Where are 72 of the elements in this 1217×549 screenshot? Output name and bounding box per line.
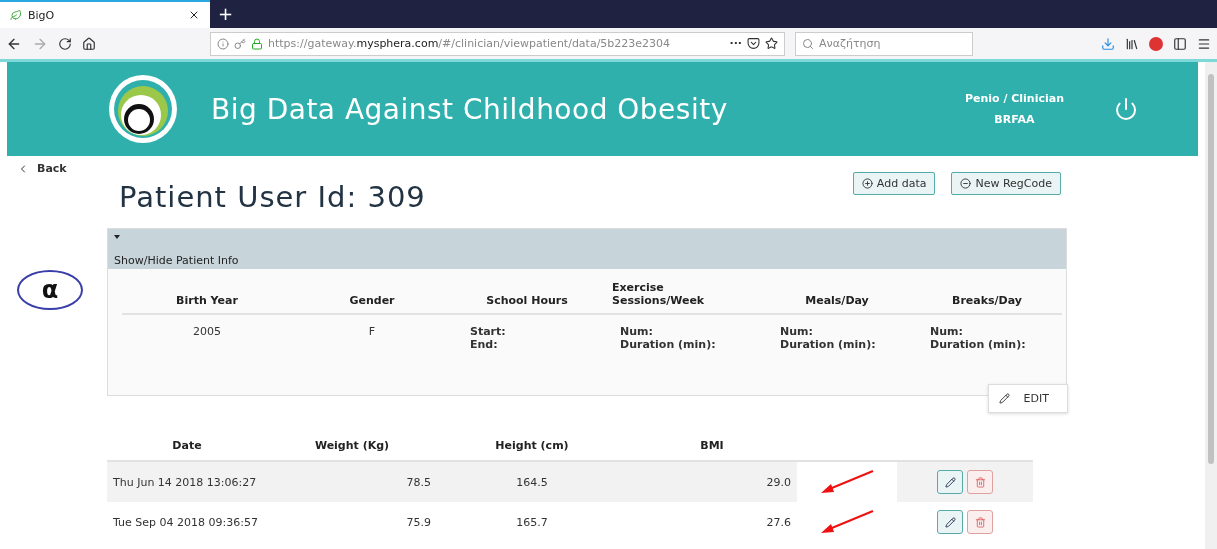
- column-header: Date: [171, 438, 203, 452]
- column-header: Exercise Sessions/Week: [602, 269, 762, 315]
- organization: BRFAA: [994, 113, 1035, 126]
- column-header: Breaks/Day: [912, 269, 1062, 315]
- power-icon[interactable]: [1114, 97, 1138, 121]
- menu-icon[interactable]: [1197, 36, 1211, 51]
- pencil-icon: [944, 516, 956, 528]
- info-value: End:: [470, 338, 498, 351]
- search-icon: [802, 37, 814, 50]
- action-button[interactable]: New RegCode: [951, 172, 1061, 195]
- search-field[interactable]: Αναζήτηση: [795, 31, 973, 56]
- edit-row-button[interactable]: [937, 510, 963, 534]
- patient-info-toggle[interactable]: Show/Hide Patient Info: [108, 229, 1066, 269]
- page-title: Patient User Id: 309: [119, 180, 427, 214]
- column-header: Gender: [292, 269, 452, 315]
- column-header: Birth Year: [122, 269, 292, 315]
- info-value: Duration (min):: [620, 338, 716, 351]
- download-icon[interactable]: [1101, 36, 1115, 51]
- info-value: Num:: [620, 325, 653, 338]
- logo-icon: [107, 73, 179, 145]
- browser-tab[interactable]: BigO: [0, 0, 210, 28]
- home-icon[interactable]: [82, 36, 96, 51]
- edit-button[interactable]: EDIT: [987, 384, 1068, 413]
- info-value: Duration (min):: [780, 338, 876, 351]
- table-cell-text: 29.0: [765, 475, 792, 489]
- more-button[interactable]: ···: [729, 37, 742, 50]
- pocket-icon[interactable]: [747, 37, 760, 50]
- info-value: F: [368, 325, 376, 338]
- leaf-icon: [10, 9, 22, 21]
- info-value: 2005: [193, 325, 221, 338]
- info-value: Duration (min):: [930, 338, 1026, 351]
- library-icon[interactable]: [1125, 36, 1139, 51]
- column-header: Weight (Kg): [313, 438, 391, 452]
- plus-icon: [861, 178, 873, 189]
- info-value: Num:: [930, 325, 963, 338]
- column-header: Meals/Day: [762, 269, 912, 315]
- pencil-icon: [998, 393, 1010, 404]
- caret-icon: [114, 235, 120, 239]
- scrollbar-thumb[interactable]: [1208, 74, 1214, 464]
- trash-icon: [974, 516, 986, 528]
- key-icon: [234, 37, 246, 50]
- table-cell-text: Thu Jun 14 2018 13:06:27: [112, 475, 258, 489]
- info-value: Start:: [470, 325, 506, 338]
- pencil-icon: [944, 476, 956, 488]
- annotation-label: α: [17, 269, 83, 310]
- table-cell-text: 165.7: [515, 515, 549, 529]
- minus-circle-icon: [960, 178, 972, 189]
- table-cell-text: 75.9: [405, 515, 432, 529]
- action-button[interactable]: Add data: [852, 172, 936, 195]
- url-text: https://gateway.mysphera.com/#/clinician/viewpatient/data/5b223e2304: [268, 37, 672, 50]
- stop-sign-icon[interactable]: [1149, 36, 1163, 51]
- table-cell-text: 27.6: [765, 515, 792, 529]
- user-role: Penio / Clinician: [964, 92, 1064, 105]
- trash-icon: [974, 476, 986, 488]
- edit-row-button[interactable]: [937, 470, 963, 494]
- table-cell-text: Tue Sep 04 2018 09:36:57: [112, 515, 259, 529]
- lock-icon: [251, 37, 263, 50]
- info-icon: [217, 37, 229, 50]
- table-cell-text: 78.5: [405, 475, 432, 489]
- info-value: Num:: [780, 325, 813, 338]
- new-tab-button[interactable]: +: [210, 0, 242, 28]
- back-link[interactable]: Back: [17, 162, 107, 175]
- star-icon[interactable]: [765, 37, 778, 50]
- reload-icon[interactable]: [58, 36, 72, 51]
- address-bar[interactable]: https://gateway.mysphera.com/#/clinician/viewpatient/data/5b223e2304 ···: [210, 31, 785, 56]
- close-icon[interactable]: [188, 9, 200, 21]
- table-cell-text: 164.5: [515, 475, 549, 489]
- column-header: Height (cm): [494, 438, 570, 452]
- sidebar-icon[interactable]: [1173, 36, 1187, 51]
- column-header: BMI: [699, 438, 725, 452]
- app-title: Big Data Against Childhood Obesity: [211, 92, 729, 126]
- column-header: School Hours: [452, 269, 602, 315]
